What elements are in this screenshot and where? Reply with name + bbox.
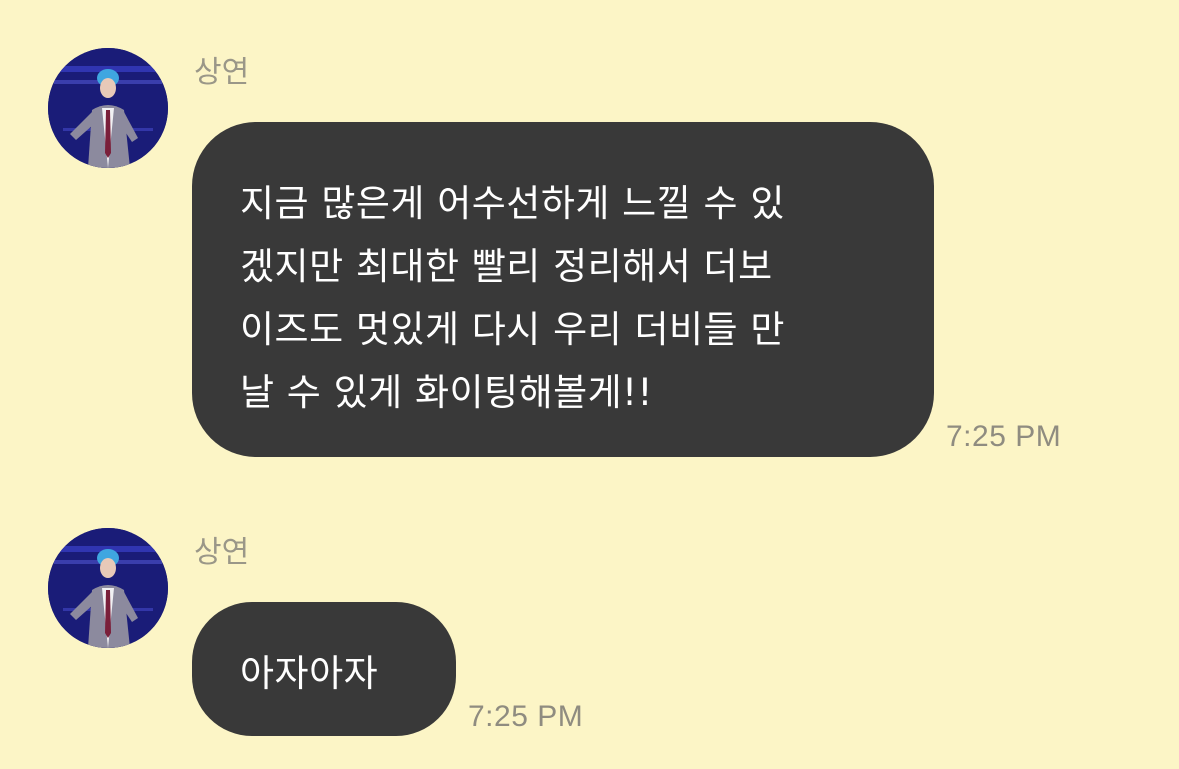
sender-name: 상연: [194, 535, 250, 570]
message-text: 지금 많은게 어수선하게 느낄 수 있 겠지만 최대한 빨리 정리해서 더보 이…: [240, 182, 785, 414]
message-timestamp: 7:25 PM: [468, 700, 584, 733]
message-timestamp: 7:25 PM: [946, 420, 1062, 453]
avatar[interactable]: [48, 528, 168, 648]
sender-name: 상연: [194, 55, 250, 90]
message-bubble[interactable]: 아자아자: [192, 602, 456, 736]
avatar[interactable]: [48, 48, 168, 168]
profile-photo-icon: [48, 528, 168, 648]
profile-photo-icon: [48, 48, 168, 168]
message-bubble[interactable]: 지금 많은게 어수선하게 느낄 수 있 겠지만 최대한 빨리 정리해서 더보 이…: [192, 122, 934, 457]
message-text: 아자아자: [240, 652, 379, 695]
